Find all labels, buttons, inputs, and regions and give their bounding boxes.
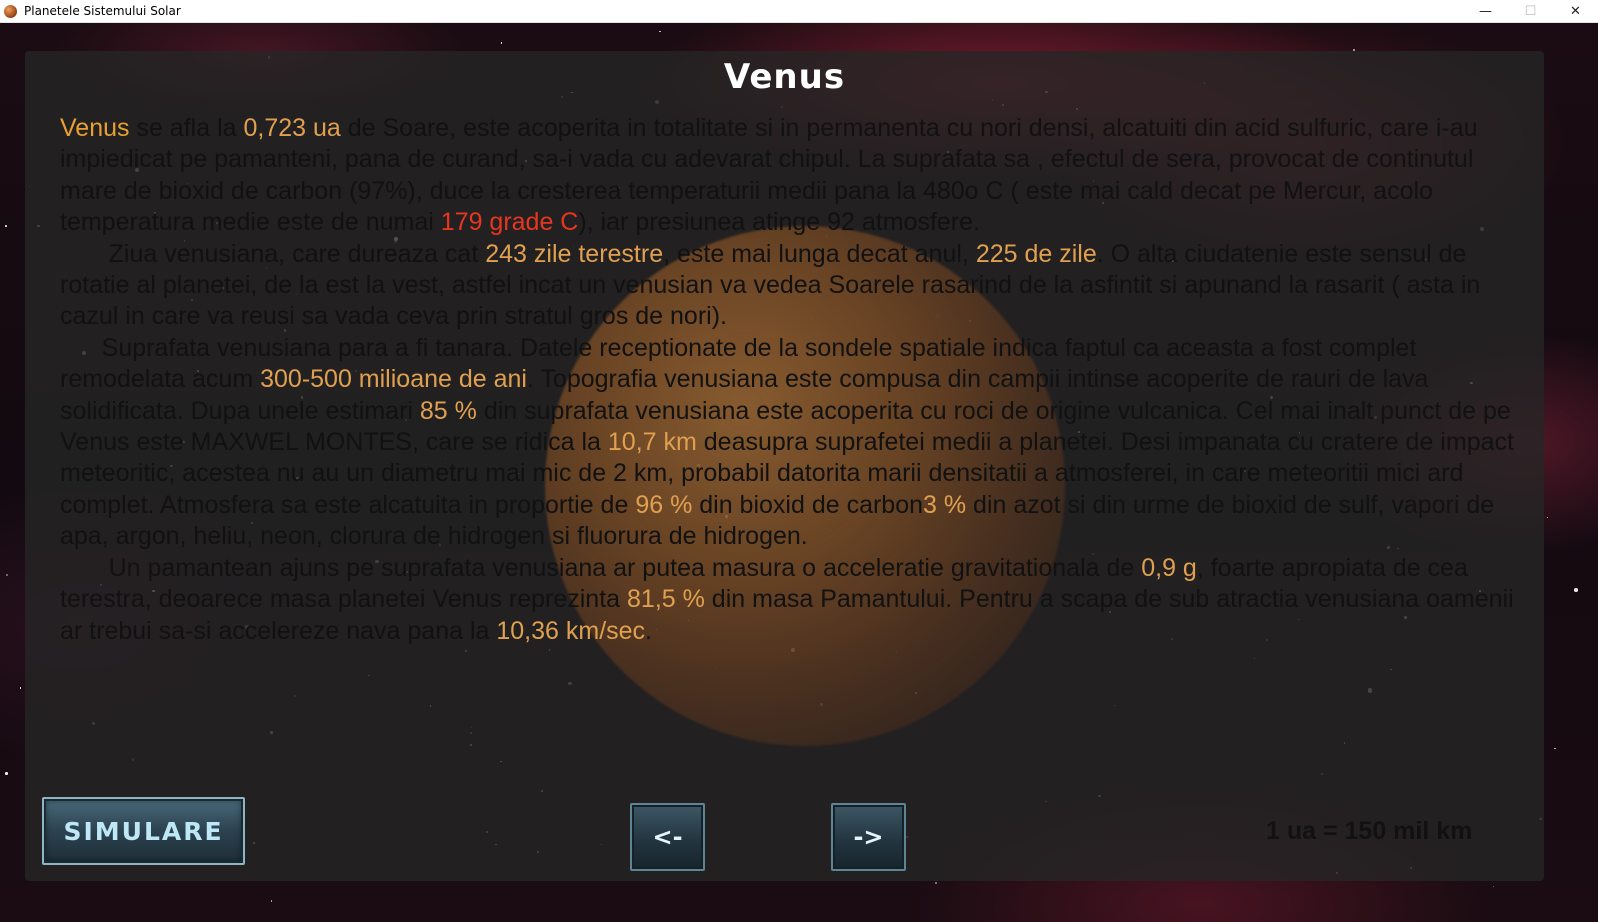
star xyxy=(1546,516,1548,518)
window-controls: — ☐ ✕ xyxy=(1463,0,1598,23)
simulate-button-label: SIMULARE xyxy=(63,816,224,846)
star xyxy=(5,574,8,577)
planet-app-icon xyxy=(4,4,17,18)
highlighted-value: 85 % xyxy=(419,396,477,425)
description-text: din bioxid de carbon xyxy=(692,490,924,519)
star xyxy=(935,881,938,884)
description-paragraph: Ziua venusiana, care dureaza cat 243 zil… xyxy=(60,239,1525,333)
close-button[interactable]: ✕ xyxy=(1553,0,1598,23)
highlighted-value: 0,9 g xyxy=(1141,553,1197,582)
star xyxy=(1554,747,1556,750)
highlighted-value: 0,723 ua xyxy=(243,114,341,142)
info-panel: Venus Venus se afla la 0,723 ua de Soare… xyxy=(25,51,1544,881)
highlighted-value: Venus xyxy=(60,114,130,142)
star xyxy=(4,772,8,775)
star xyxy=(5,225,8,228)
description-paragraph: Suprafata venusiana para a fi tanara. Da… xyxy=(60,333,1525,553)
description-paragraph: Un pamantean ajuns pe suprafata venusian… xyxy=(60,553,1525,647)
description-text: Ziua venusiana, care dureaza cat xyxy=(60,239,486,268)
next-arrow-label: -> xyxy=(853,823,884,851)
highlighted-value: 300-500 milioane de ani xyxy=(260,365,527,394)
star xyxy=(20,687,22,689)
minimize-button[interactable]: — xyxy=(1463,0,1508,23)
highlighted-value: 81,5 % xyxy=(627,585,705,614)
scale-note: 1 ua = 150 mil km xyxy=(1266,817,1473,845)
window-titlebar: Planetele Sistemului Solar — ☐ ✕ xyxy=(0,0,1598,23)
previous-arrow-label: <- xyxy=(652,823,683,851)
star xyxy=(500,42,503,44)
description-text: . xyxy=(645,616,652,645)
highlighted-value: 3 % xyxy=(923,490,967,519)
description-text: Un pamantean ajuns pe suprafata venusian… xyxy=(60,553,1142,582)
highlighted-value: 10,36 km/sec xyxy=(496,616,646,645)
highlighted-value: 96 % xyxy=(635,490,693,519)
highlighted-value: 179 grade C xyxy=(440,208,579,237)
next-button[interactable]: -> xyxy=(831,803,906,871)
description-text: se afla la xyxy=(129,114,244,142)
highlighted-value: 225 de zile xyxy=(975,239,1097,268)
window-title: Planetele Sistemului Solar xyxy=(24,4,181,18)
star xyxy=(659,30,662,33)
star xyxy=(270,900,273,902)
maximize-button[interactable]: ☐ xyxy=(1508,0,1553,23)
highlighted-value: 10,7 km xyxy=(607,428,697,457)
star xyxy=(1574,588,1578,592)
simulate-button[interactable]: SIMULARE xyxy=(42,797,245,865)
star xyxy=(1493,886,1495,888)
description-text: , este mai lunga decat anul, xyxy=(663,239,976,268)
description-paragraph: Venus se afla la 0,723 ua de Soare, este… xyxy=(60,113,1525,239)
description-text: ), iar presiunea atinge 92 atmosfere. xyxy=(578,208,980,237)
planet-description: Venus se afla la 0,723 ua de Soare, este… xyxy=(60,113,1525,647)
previous-button[interactable]: <- xyxy=(630,803,705,871)
planet-title: Venus xyxy=(723,57,846,97)
highlighted-value: 243 zile terestre xyxy=(485,239,664,268)
